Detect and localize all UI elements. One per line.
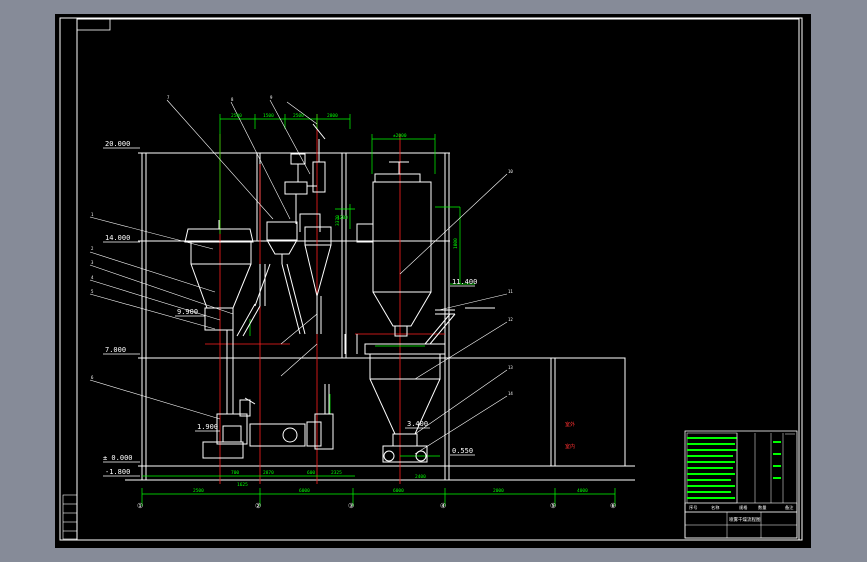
dim-bot2-5: 4000 <box>577 488 588 494</box>
svg-text:6: 6 <box>91 375 94 380</box>
axis-label-1: ① <box>137 502 143 510</box>
elevation-14: 14.000 <box>105 234 130 242</box>
svg-text:9: 9 <box>270 95 273 100</box>
margin-block <box>62 494 78 540</box>
room-label-indoor: 室内 <box>565 443 575 450</box>
svg-text:3: 3 <box>91 260 94 265</box>
header-cell-index: 序号 <box>689 504 697 511</box>
dim-vert-2: 3370 <box>335 215 341 226</box>
elevation-0-55: 0.550 <box>452 447 473 455</box>
svg-text:1: 1 <box>91 212 94 217</box>
elevation-11-4: 11.400 <box>452 278 477 286</box>
parts-list <box>686 432 795 504</box>
elevation-0: ± 0.000 <box>103 454 133 462</box>
dim-top-2: 1500 <box>263 113 274 119</box>
dim-vert-3: 1000 <box>453 238 459 249</box>
axis-label-2: ② <box>255 502 261 510</box>
axis-label-4: ④ <box>440 502 446 510</box>
header-row: 序号 名称 规格 数量 备注 <box>689 504 794 511</box>
axis-label-6: ⑥ <box>610 502 616 510</box>
dim-top-1: 2500 <box>231 113 242 119</box>
dim-bot1-6: 2400 <box>415 474 426 480</box>
elevation-20: 20.000 <box>105 140 130 148</box>
header-cell-qty: 数量 <box>758 504 766 511</box>
dimension-text: 2500 1500 2500 2800 ±2000 1200 3370 1000… <box>193 113 588 494</box>
svg-text:14: 14 <box>508 391 513 396</box>
dim-bot1-1: 700 <box>231 470 239 476</box>
dim-bot2-3: 6000 <box>393 488 404 494</box>
svg-text:8: 8 <box>231 97 234 102</box>
room-labels: 室外 室内 <box>565 421 575 450</box>
right-pipe-system <box>344 307 495 354</box>
svg-text:10: 10 <box>508 169 513 174</box>
svg-text:11: 11 <box>508 289 513 294</box>
title-block: 序号 名称 规格 数量 备注 喷雾干燥流程图 <box>684 430 798 539</box>
cyclone-group <box>254 123 332 335</box>
header-cell-spec: 规格 <box>739 504 748 511</box>
dim-bot2-2: 6000 <box>299 488 310 494</box>
dim-bot1-5: 2325 <box>331 470 342 476</box>
header-cell-remark: 备注 <box>785 504 794 511</box>
axis-bubbles: ① ② ③ ④ ⑤ ⑥ <box>137 502 616 510</box>
dim-bot1-3: 2870 <box>263 470 274 476</box>
svg-text:13: 13 <box>508 365 513 370</box>
axis-label-5: ⑤ <box>550 502 556 510</box>
corner-tag <box>76 18 111 31</box>
svg-text:2: 2 <box>91 246 94 251</box>
dim-top-3: 2500 <box>293 113 304 119</box>
elevation-3-4: 3.400 <box>407 420 428 428</box>
cad-drawing: 1 2 3 4 5 6 7 8 9 10 11 12 13 14 20.000 … <box>59 17 803 541</box>
leader-tags: 1 2 3 4 5 6 7 8 9 10 11 12 13 14 <box>91 95 513 396</box>
dimension-lines <box>141 114 616 506</box>
header-cell-name: 名称 <box>711 504 719 511</box>
svg-text:7: 7 <box>167 95 170 100</box>
elevation-minus-1-8: -1.800 <box>105 468 130 476</box>
dim-bot1-2: 1625 <box>237 482 248 488</box>
elevation-9-9: 9.900 <box>177 308 198 316</box>
ground-pump-group <box>202 384 334 459</box>
axis-label-3: ③ <box>348 502 354 510</box>
collection-tank <box>364 313 456 463</box>
svg-text:4: 4 <box>91 275 94 280</box>
svg-text:12: 12 <box>508 317 513 322</box>
dim-top-4: 2800 <box>327 113 338 119</box>
dim-top-5: ±2000 <box>393 133 407 139</box>
svg-text:5: 5 <box>91 289 94 294</box>
elevation-7: 7.000 <box>105 346 126 354</box>
left-pipe-system <box>226 264 266 414</box>
dim-bot2-1: 2500 <box>193 488 204 494</box>
dim-bot2-4: 2000 <box>493 488 504 494</box>
dim-bot1-4: 600 <box>307 470 315 476</box>
drawing-title: 喷雾干燥流程图 <box>729 516 761 523</box>
drying-tower <box>356 161 432 337</box>
cad-viewport[interactable]: 1 2 3 4 5 6 7 8 9 10 11 12 13 14 20.000 … <box>55 14 811 548</box>
room-label-outdoor: 室外 <box>565 421 575 428</box>
elevation-1-9: 1.900 <box>197 423 218 431</box>
